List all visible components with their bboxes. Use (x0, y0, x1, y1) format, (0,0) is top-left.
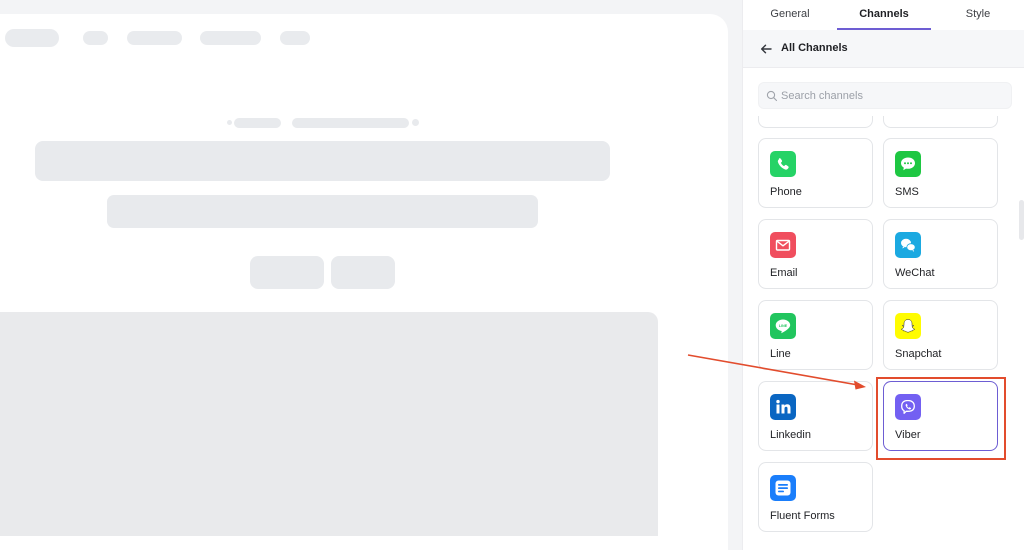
skeleton-button (331, 256, 395, 289)
page-title: All Channels (781, 42, 848, 54)
tab-channels[interactable]: Channels (837, 0, 931, 30)
fluent-forms-icon (770, 475, 796, 501)
channel-card-partial[interactable] (883, 116, 998, 128)
scrollbar-handle[interactable] (1019, 200, 1024, 240)
skeleton-content-block (0, 312, 658, 536)
search-box (758, 82, 1012, 109)
channel-label: Snapchat (895, 348, 942, 360)
channel-card-snapchat[interactable]: Snapchat (883, 300, 998, 370)
skeleton-nav-item (127, 31, 182, 45)
search-input[interactable] (779, 86, 1003, 106)
channel-label: Email (770, 267, 798, 279)
sms-icon (895, 151, 921, 177)
skeleton-heading (35, 141, 610, 181)
settings-panel: General Channels Style All Channels Phon… (742, 0, 1024, 550)
tab-general[interactable]: General (753, 0, 827, 28)
channel-card-line[interactable]: LINE Line (758, 300, 873, 370)
skeleton-breadcrumb (234, 118, 281, 128)
channel-card-wechat[interactable]: WeChat (883, 219, 998, 289)
skeleton-nav-item (83, 31, 108, 45)
back-arrow-icon[interactable] (759, 42, 773, 56)
tab-bar: General Channels Style (743, 0, 1024, 31)
channel-label: Linkedin (770, 429, 811, 441)
channel-card-phone[interactable]: Phone (758, 138, 873, 208)
email-icon (770, 232, 796, 258)
skeleton-dot (227, 120, 232, 125)
skeleton-breadcrumb (292, 118, 409, 128)
channel-label: Phone (770, 186, 802, 198)
tab-style[interactable]: Style (943, 0, 1013, 28)
channel-label: Line (770, 348, 791, 360)
linkedin-icon (770, 394, 796, 420)
skeleton-dot (412, 119, 419, 126)
skeleton-nav-item (200, 31, 261, 45)
channel-card-email[interactable]: Email (758, 219, 873, 289)
svg-text:LINE: LINE (779, 324, 788, 328)
channel-card-fluent-forms[interactable]: Fluent Forms (758, 462, 873, 532)
channel-card-sms[interactable]: SMS (883, 138, 998, 208)
channel-label: SMS (895, 186, 919, 198)
channel-card-linkedin[interactable]: Linkedin (758, 381, 873, 451)
channel-label: WeChat (895, 267, 935, 279)
wechat-icon (895, 232, 921, 258)
search-icon (766, 89, 778, 102)
breadcrumb: All Channels (743, 30, 1024, 68)
line-icon: LINE (770, 313, 796, 339)
skeleton-logo (5, 29, 59, 47)
skeleton-nav-item (280, 31, 310, 45)
skeleton-button (250, 256, 324, 289)
snapchat-icon (895, 313, 921, 339)
annotation-highlight-box (876, 377, 1006, 460)
channel-card-partial[interactable] (758, 116, 873, 128)
phone-icon (770, 151, 796, 177)
channel-label: Fluent Forms (770, 510, 835, 522)
skeleton-subheading (107, 195, 538, 228)
